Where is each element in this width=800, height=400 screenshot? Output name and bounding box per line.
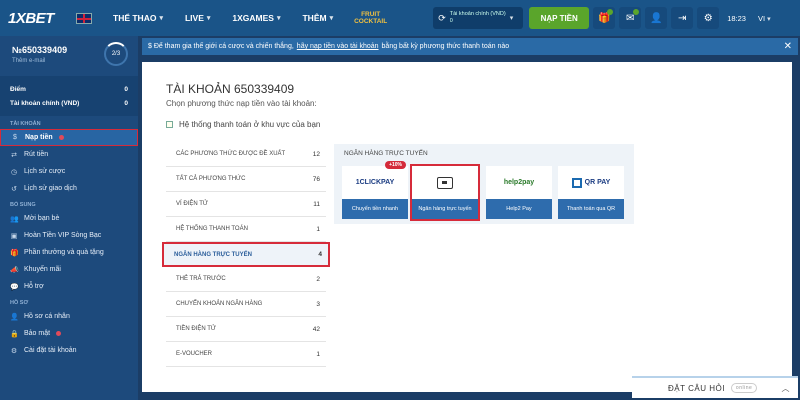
brand-logo[interactable]: 1XBET	[0, 10, 62, 27]
sidebar-item-transaction-history[interactable]: ↺ Lịch sử giao dịch	[0, 180, 138, 197]
chevron-down-icon: ▾	[276, 15, 281, 22]
online-banking-options: NGÂN HÀNG TRỰC TUYẾN +10% 1CLICKPAY Chuy…	[334, 144, 634, 224]
user-icon: 👤	[10, 313, 19, 321]
sidebar-item-security[interactable]: 🔒 Bảo mật	[0, 325, 138, 342]
method-prepaid-card[interactable]: THẺ TRẢ TRƯỚC 2	[166, 267, 326, 292]
language-select[interactable]: VI ▾	[758, 14, 771, 23]
refresh-icon[interactable]: ⟳	[438, 13, 446, 24]
method-ewallet[interactable]: VÍ ĐIỆN TỬ 11	[166, 192, 326, 217]
page-subtitle: Chọn phương thức nạp tiền vào tài khoản:	[166, 99, 317, 108]
nav-more[interactable]: THÊM ▾	[291, 0, 344, 36]
bank-icon	[437, 176, 453, 189]
1clickpay-logo: 1CLICKPAY	[342, 166, 408, 199]
qr-pay-logo: QR PAY	[558, 166, 624, 199]
notification-badge	[633, 9, 640, 15]
balance-stats: Điểm 0 Tài khoản chính (VND) 0	[0, 76, 138, 116]
profile-progress: 2/3	[104, 42, 128, 66]
main-balance-row: Tài khoản chính (VND) 0	[10, 99, 128, 107]
sidebar-item-invite[interactable]: 👥 Mời bạn bè	[0, 210, 138, 227]
help2pay-logo: help2pay	[486, 166, 552, 199]
sidebar-item-vip-cashback[interactable]: ▣ Hoàn Tiền VIP Sòng Bạc	[0, 227, 138, 244]
section-extra: BỔ SUNG	[10, 202, 36, 208]
account-sidebar: №650339409 Thêm e-mail 2/3 Điểm 0 Tài kho…	[0, 36, 138, 400]
bank-card-qr-pay[interactable]: QR PAY Thanh toán qua QR	[558, 166, 624, 219]
method-recommended[interactable]: CÁC PHƯƠNG THỨC ĐƯỢC ĐỀ XUẤT 12	[166, 142, 326, 167]
deposit-panel: TÀI KHOẢN 650339409 Chọn phương thức nạp…	[142, 62, 792, 392]
method-crypto[interactable]: TIỀN ĐIỆN TỬ 42	[166, 317, 326, 342]
bank-card-1clickpay[interactable]: +10% 1CLICKPAY Chuyển tiền nhanh	[342, 161, 408, 219]
chevron-down-icon: ▾	[329, 15, 334, 22]
region-filter[interactable]: Hệ thống thanh toán ở khu vực của bạn	[166, 120, 320, 129]
top-navigation-bar: 1XBET THỂ THAO ▾ LIVE ▾ 1XGAMES ▾ THÊM ▾ FRU…	[0, 0, 800, 36]
section-account: TÀI KHOẢN	[10, 121, 41, 127]
payment-method-list: CÁC PHƯƠNG THỨC ĐƯỢC ĐỀ XUẤT 12 TẤT CẢ PH…	[162, 142, 330, 367]
online-status: online	[730, 383, 758, 393]
chevron-down-icon: ▾	[159, 15, 163, 22]
sidebar-item-support[interactable]: 💬 Hỗ trợ	[0, 278, 138, 295]
bonus-badge: +10%	[385, 161, 406, 169]
fruit-cocktail-logo[interactable]: FRUIT COCKTAIL	[344, 11, 397, 25]
megaphone-icon: 📣	[10, 266, 19, 274]
chevron-up-icon[interactable]: ︿	[782, 383, 791, 394]
withdraw-icon: ⇄	[11, 151, 17, 159]
sidebar-item-deposit[interactable]: $ Nạp tiền	[0, 129, 138, 146]
dollar-icon: $	[13, 134, 17, 141]
bank-card-help2pay[interactable]: help2pay Help2 Pay	[486, 166, 552, 219]
method-bank-transfer[interactable]: CHUYỂN KHOẢN NGÂN HÀNG 3	[166, 292, 326, 317]
history-icon: ↺	[11, 185, 17, 193]
chevron-down-icon: ▾	[509, 15, 514, 22]
mail-icon[interactable]: ✉	[619, 7, 642, 29]
chevron-down-icon: ▾	[206, 15, 211, 22]
sidebar-item-rewards[interactable]: 🎁 Phần thưởng và quà tặng	[0, 244, 138, 261]
alert-icon	[58, 135, 64, 140]
notification-badge	[607, 9, 614, 15]
method-online-banking[interactable]: NGÂN HÀNG TRỰC TUYẾN 4	[162, 242, 330, 267]
chat-icon: 💬	[10, 283, 19, 291]
sidebar-item-promotions[interactable]: 📣 Khuyến mãi	[0, 261, 138, 278]
account-info: №650339409 Thêm e-mail 2/3	[0, 36, 138, 74]
lock-icon: 🔒	[10, 330, 19, 338]
sidebar-item-bet-history[interactable]: ◷ Lịch sử cược	[0, 163, 138, 180]
nav-live[interactable]: LIVE ▾	[174, 0, 221, 36]
method-payment-system[interactable]: HỆ THỐNG THANH TOÁN 1	[166, 217, 326, 242]
region-checkbox[interactable]	[166, 121, 173, 128]
user-icon[interactable]: 👤	[645, 7, 668, 29]
bank-logo	[412, 166, 478, 199]
deposit-notice-banner: $ Để tham gia thế giới cá cược và chiến …	[142, 38, 798, 55]
gear-icon: ⚙	[10, 347, 18, 355]
bank-section-title: NGÂN HÀNG TRỰC TUYẾN	[344, 150, 428, 157]
close-icon[interactable]: ✕	[784, 41, 792, 52]
sidebar-item-withdraw[interactable]: ⇄ Rút tiền	[0, 146, 138, 163]
points-row: Điểm 0	[10, 85, 128, 93]
account-balance-select[interactable]: ⟳ Tài khoản chính (VND) 0 ▾	[433, 7, 524, 29]
section-profile: HỒ SƠ	[10, 300, 29, 306]
page-title: TÀI KHOẢN 650339409	[166, 82, 295, 96]
alert-icon	[56, 331, 62, 336]
main-nav: THỂ THAO ▾ LIVE ▾ 1XGAMES ▾ THÊM ▾ FRUIT COCK…	[102, 0, 397, 36]
qr-code-icon	[571, 177, 582, 188]
bank-card-online-banking[interactable]: Ngân hàng trực tuyến	[410, 164, 480, 221]
clock: 18:23	[727, 13, 746, 23]
method-evoucher[interactable]: E-VOUCHER 1	[166, 342, 326, 367]
logout-icon[interactable]: ⇥	[671, 7, 694, 29]
deposit-button[interactable]: NẠP TIỀN	[529, 7, 590, 29]
sidebar-item-profile[interactable]: 👤 Hồ sơ cá nhân	[0, 308, 138, 325]
method-all[interactable]: TẤT CẢ PHƯƠNG THỨC 76	[166, 167, 326, 192]
gift-icon[interactable]: 🎁	[593, 7, 616, 29]
clock-icon: ◷	[10, 168, 18, 176]
deposit-link[interactable]: hãy nạp tiền vào tài khoản	[297, 43, 379, 50]
vip-icon: ▣	[10, 232, 18, 240]
uk-flag-icon[interactable]	[76, 12, 92, 24]
gift-icon: 🎁	[10, 249, 19, 257]
people-icon: 👥	[10, 215, 19, 223]
sidebar-item-settings[interactable]: ⚙ Cài đặt tài khoản	[0, 342, 138, 359]
nav-1xgames[interactable]: 1XGAMES ▾	[221, 0, 291, 36]
ask-question-widget[interactable]: ĐẶT CÂU HỎI online ︿	[632, 376, 798, 398]
nav-sports[interactable]: THỂ THAO ▾	[102, 0, 174, 36]
gear-icon[interactable]: ⚙	[697, 7, 720, 29]
chevron-down-icon: ▾	[767, 15, 771, 23]
